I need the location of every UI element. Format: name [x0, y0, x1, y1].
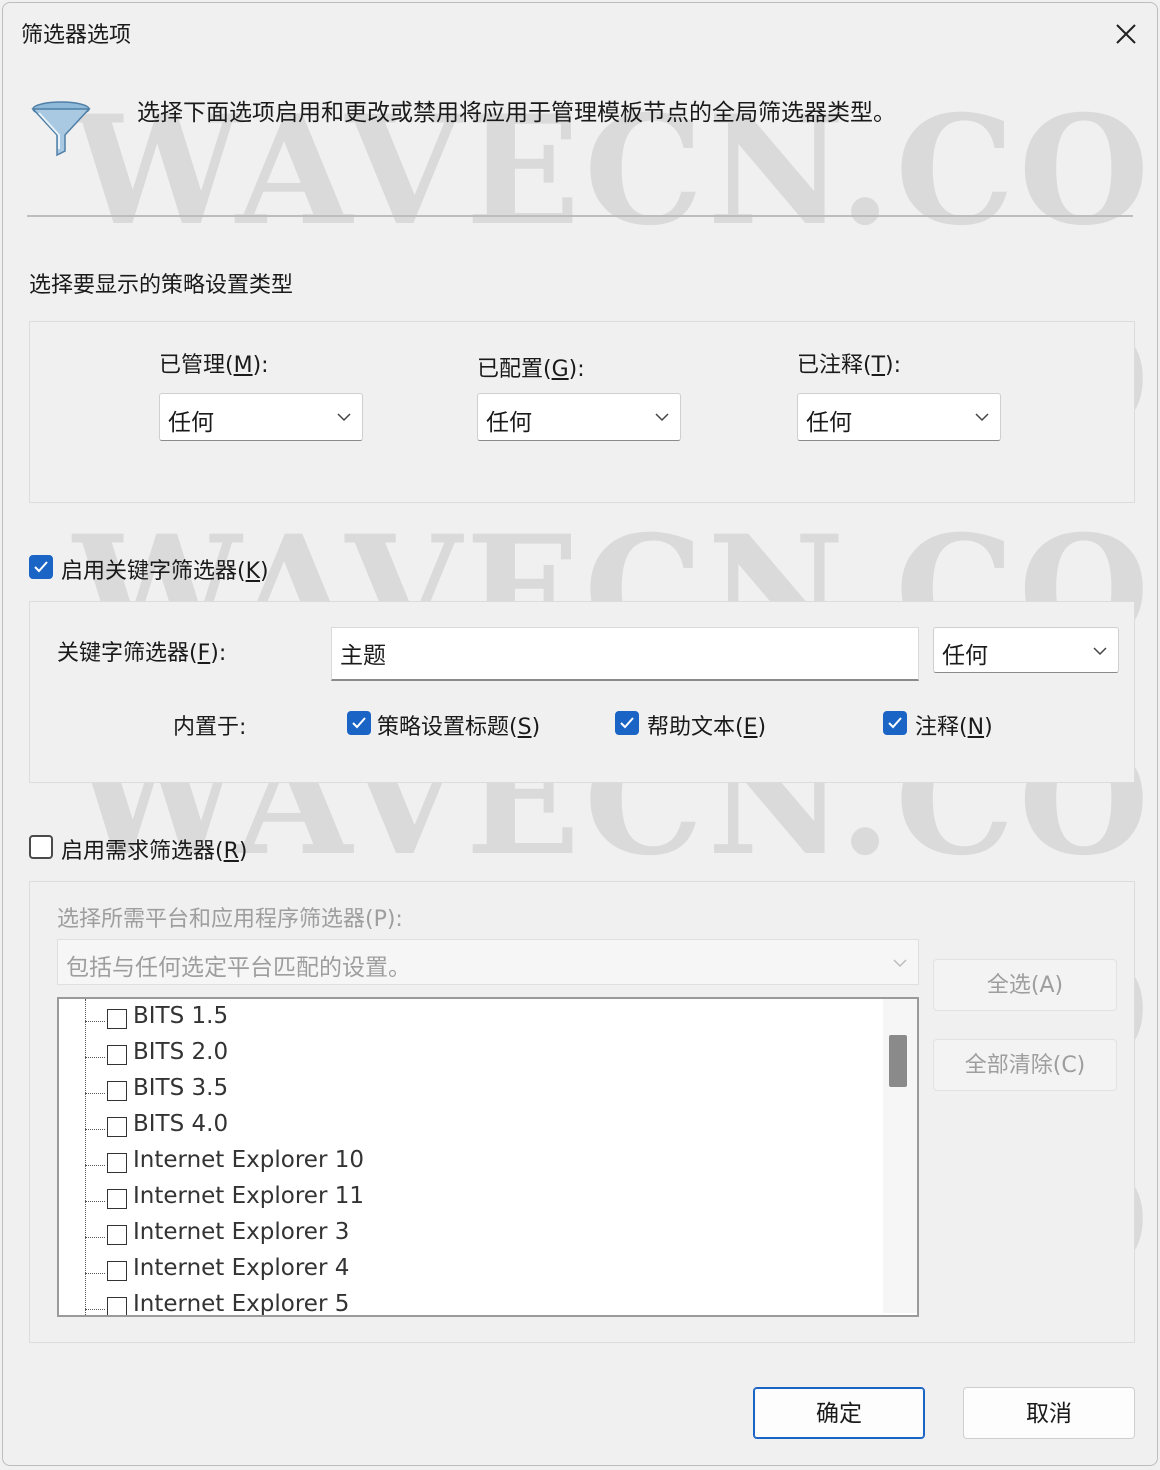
header-divider — [27, 215, 1133, 217]
chevron-down-icon — [975, 413, 989, 422]
keyword-filter-label: 关键字筛选器(F): — [57, 641, 227, 666]
select-all-button[interactable]: 全选(A) — [933, 959, 1117, 1011]
filter-options-dialog: WAVECN.COM WAVECN.COM WAVECN.COM WAVECN.… — [2, 2, 1158, 1466]
tree-connector — [85, 1021, 105, 1022]
chevron-down-icon — [1093, 647, 1107, 656]
configured-select-value: 任何 — [486, 410, 532, 436]
tree-item-checkbox[interactable] — [107, 1153, 127, 1173]
chevron-down-icon — [337, 413, 351, 422]
commented-label: 已注释(T): — [797, 353, 902, 378]
clear-all-button[interactable]: 全部清除(C) — [933, 1039, 1117, 1091]
tree-item-label: Internet Explorer 5 — [133, 1291, 350, 1317]
platform-select-label: 选择所需平台和应用程序筛选器(P): — [57, 907, 403, 932]
enable-requirements-filter-label[interactable]: 启用需求筛选器(R) — [61, 833, 247, 865]
managed-select-value: 任何 — [168, 410, 214, 436]
tree-item-label: Internet Explorer 10 — [133, 1147, 364, 1173]
keyword-filter-input[interactable]: 主题 — [331, 627, 919, 681]
tree-item-label: BITS 1.5 — [133, 1003, 229, 1029]
dialog-description: 选择下面选项启用和更改或禁用将应用于管理模板节点的全局筛选器类型。 — [137, 100, 896, 126]
close-icon — [1116, 24, 1136, 44]
tree-item-checkbox[interactable] — [107, 1045, 127, 1065]
tree-item-label: Internet Explorer 3 — [133, 1219, 350, 1245]
tree-connector — [85, 1093, 105, 1094]
chevron-down-icon — [893, 959, 907, 968]
commented-select[interactable]: 任何 — [797, 393, 1001, 441]
scrollbar-thumb[interactable] — [889, 1035, 907, 1087]
chevron-down-icon — [655, 413, 669, 422]
tree-connector — [85, 1273, 105, 1274]
close-button[interactable] — [1109, 17, 1143, 51]
platform-tree-list[interactable]: BITS 1.5 BITS 2.0 BITS 3.5 BITS 4.0 Internet… — [57, 997, 919, 1317]
tree-item-label: BITS 4.0 — [133, 1111, 229, 1137]
comment-label[interactable]: 注释(N) — [915, 709, 993, 741]
tree-item-checkbox[interactable] — [107, 1225, 127, 1245]
help-text-checkbox[interactable] — [615, 711, 639, 735]
tree-connector — [85, 1129, 105, 1130]
configured-label: 已配置(G): — [477, 357, 585, 382]
tree-item-checkbox[interactable] — [107, 1009, 127, 1029]
commented-select-value: 任何 — [806, 410, 852, 436]
tree-connector — [85, 1057, 105, 1058]
tree-item-label: Internet Explorer 4 — [133, 1255, 350, 1281]
tree-connector — [85, 1201, 105, 1202]
tree-item-label: BITS 3.5 — [133, 1075, 229, 1101]
tree-connector — [85, 999, 86, 1315]
cancel-button[interactable]: 取消 — [963, 1387, 1135, 1439]
tree-item-checkbox[interactable] — [107, 1189, 127, 1209]
policy-title-checkbox[interactable] — [347, 711, 371, 735]
tree-item-checkbox[interactable] — [107, 1297, 127, 1315]
enable-requirements-filter-checkbox[interactable] — [29, 835, 53, 859]
tree-connector — [85, 1309, 105, 1310]
enable-keyword-filter-checkbox[interactable] — [29, 555, 53, 579]
tree-connector — [85, 1237, 105, 1238]
platform-match-value: 包括与任何选定平台匹配的设置。 — [66, 955, 411, 981]
tree-item-label: BITS 2.0 — [133, 1039, 229, 1065]
tree-item-label: Internet Explorer 11 — [133, 1183, 364, 1209]
managed-label: 已管理(M): — [159, 353, 269, 378]
tree-connector — [85, 1165, 105, 1166]
window-title: 筛选器选项 — [21, 23, 132, 48]
managed-select[interactable]: 任何 — [159, 393, 363, 441]
keyword-match-value: 任何 — [942, 643, 988, 669]
checkmark-icon — [352, 717, 366, 729]
checkmark-icon — [888, 717, 902, 729]
enable-keyword-filter-label[interactable]: 启用关键字筛选器(K) — [61, 553, 269, 585]
policy-types-label: 选择要显示的策略设置类型 — [29, 273, 294, 298]
checkmark-icon — [34, 561, 48, 573]
within-label: 内置于: — [173, 715, 247, 740]
keyword-filter-value: 主题 — [340, 643, 386, 669]
help-text-label[interactable]: 帮助文本(E) — [647, 709, 766, 741]
tree-item-checkbox[interactable] — [107, 1261, 127, 1281]
tree-item-checkbox[interactable] — [107, 1081, 127, 1101]
funnel-icon — [29, 99, 93, 159]
keyword-match-select[interactable]: 任何 — [933, 627, 1119, 673]
platform-match-select[interactable]: 包括与任何选定平台匹配的设置。 — [57, 939, 919, 985]
checkmark-icon — [620, 717, 634, 729]
policy-title-label[interactable]: 策略设置标题(S) — [377, 709, 540, 741]
configured-select[interactable]: 任何 — [477, 393, 681, 441]
ok-button[interactable]: 确定 — [753, 1387, 925, 1439]
comment-checkbox[interactable] — [883, 711, 907, 735]
tree-item-checkbox[interactable] — [107, 1117, 127, 1137]
